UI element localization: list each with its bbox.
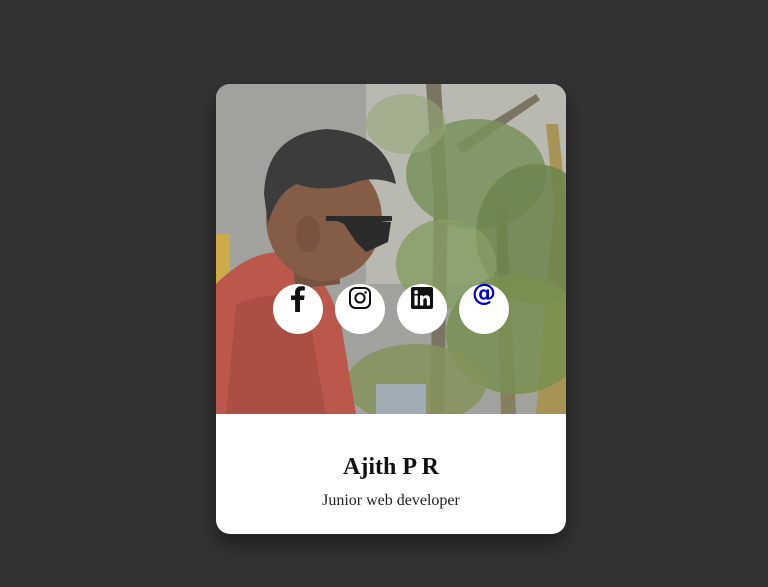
instagram-button[interactable] <box>335 284 385 334</box>
linkedin-button[interactable] <box>397 284 447 334</box>
profile-photo: @ <box>216 84 566 414</box>
facebook-button[interactable] <box>273 284 323 334</box>
at-email-icon: @ <box>472 279 496 307</box>
profile-card: @ Ajith P R Junior web developer <box>216 84 566 534</box>
social-links: @ <box>273 279 509 334</box>
profile-role: Junior web developer <box>322 492 460 509</box>
profile-info: Ajith P R Junior web developer <box>216 414 566 534</box>
instagram-icon <box>348 284 372 310</box>
linkedin-icon <box>410 284 434 310</box>
profile-name: Ajith P R <box>343 454 439 480</box>
facebook-icon <box>287 284 309 312</box>
email-button[interactable]: @ <box>459 279 509 334</box>
